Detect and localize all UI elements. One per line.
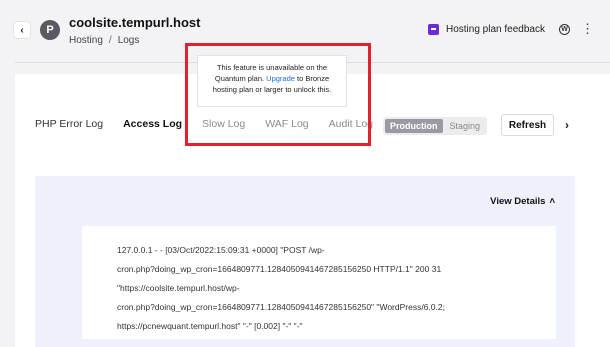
env-production-option[interactable]: Production [385, 119, 443, 133]
breadcrumb-hosting[interactable]: Hosting [69, 35, 103, 46]
tab-access-log[interactable]: Access Log [123, 118, 182, 130]
log-line: "https://coolsite.tempurl.host/wp- [117, 283, 240, 293]
chevron-right-icon[interactable]: › [565, 118, 569, 132]
breadcrumb-logs: Logs [117, 35, 140, 46]
upgrade-link[interactable]: Upgrade [266, 74, 295, 83]
refresh-button[interactable]: Refresh [501, 114, 554, 136]
feature-unavailable-tooltip: This feature is unavailable on the Quant… [197, 55, 347, 107]
log-line: cron.php?doing_wp_cron=1664809771.128405… [117, 302, 445, 312]
log-line: cron.php?doing_wp_cron=1664809771.128405… [117, 264, 442, 274]
tab-slow-log[interactable]: Slow Log [202, 118, 245, 130]
tab-audit-log[interactable]: Audit Log [329, 118, 373, 130]
log-output-area: View Details ˄ 127.0.0.1 - - [03/Oct/202… [35, 176, 575, 347]
feedback-icon [428, 24, 439, 35]
chevron-left-icon: ‹ [20, 24, 24, 36]
view-details-label: View Details [490, 196, 546, 207]
hosting-plan-feedback-button[interactable]: Hosting plan feedback [428, 24, 545, 35]
logs-panel: PHP Error Log Access Log Slow Log WAF Lo… [15, 74, 610, 347]
log-line: 127.0.0.1 - - [03/Oct/2022:15:09:31 +000… [117, 245, 325, 255]
log-tabs: PHP Error Log Access Log Slow Log WAF Lo… [35, 118, 373, 130]
tab-waf-log[interactable]: WAF Log [265, 118, 308, 130]
page-header: ‹ P coolsite.tempurl.host Hosting / Logs… [0, 0, 610, 62]
site-title: coolsite.tempurl.host [69, 15, 201, 30]
breadcrumb-separator: / [108, 35, 112, 46]
tab-php-error-log[interactable]: PHP Error Log [35, 118, 103, 130]
back-button[interactable]: ‹ [14, 22, 30, 38]
env-staging-option[interactable]: Staging [445, 119, 486, 133]
view-details-toggle[interactable]: View Details ˄ [490, 196, 555, 207]
breadcrumb: Hosting / Logs [69, 35, 139, 46]
more-options-icon[interactable]: ⋮ [581, 22, 594, 35]
environment-toggle: Production Staging [383, 117, 488, 135]
feedback-label: Hosting plan feedback [446, 24, 545, 35]
chevron-up-icon: ˄ [549, 196, 555, 207]
site-avatar: P [40, 20, 60, 40]
log-line: https://pcnewquant.tempurl.host" "-" [0.… [117, 321, 303, 331]
wordpress-icon[interactable]: W [559, 24, 570, 35]
log-entry: 127.0.0.1 - - [03/Oct/2022:15:09:31 +000… [82, 226, 556, 339]
